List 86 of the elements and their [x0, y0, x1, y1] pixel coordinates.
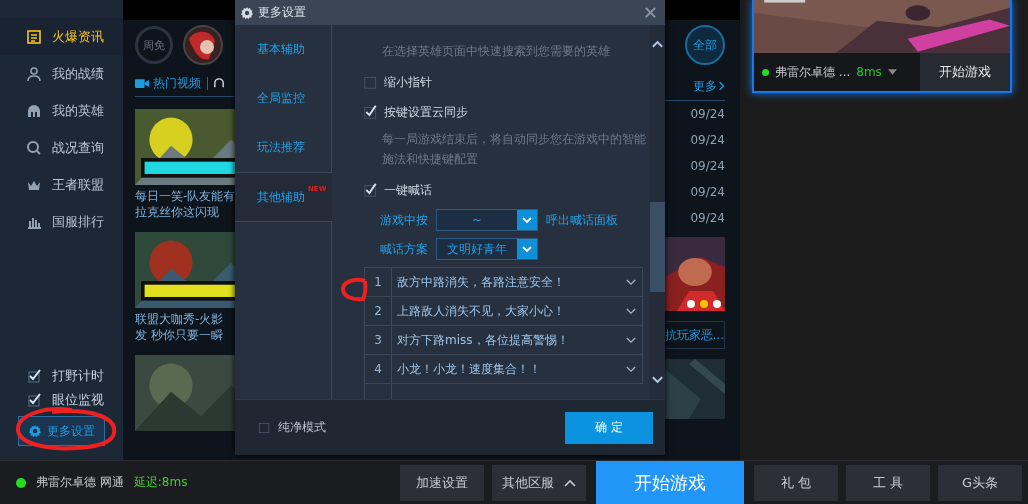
checkbox[interactable]: [28, 369, 42, 383]
status-dot: [762, 68, 769, 76]
carousel-dot[interactable]: [687, 300, 695, 308]
checkbox[interactable]: [364, 183, 378, 197]
settings-icon: [240, 5, 254, 20]
weekly-free-badge[interactable]: 周免: [135, 26, 173, 64]
settings-icon: [28, 424, 42, 438]
server-menu-button[interactable]: 其他区服: [492, 464, 586, 501]
video-camera-icon: [135, 77, 149, 89]
checkbox[interactable]: [364, 75, 378, 89]
nav-item[interactable]: 火爆资讯: [0, 18, 123, 55]
scrollbar[interactable]: [650, 25, 665, 399]
chevron-down-icon: [626, 307, 636, 315]
news-date: 09/24: [690, 210, 725, 227]
phrase-dropdown[interactable]: 上路敌人消失不见，大家小心！: [392, 297, 643, 325]
chevron-down-icon: [626, 278, 636, 286]
carousel-dot[interactable]: [713, 300, 721, 308]
nav-item[interactable]: 我的英雄: [0, 92, 123, 129]
carousel-dot[interactable]: [700, 300, 708, 308]
close-icon[interactable]: [644, 6, 657, 19]
hero-avatar[interactable]: [183, 25, 223, 65]
search-icon: [26, 139, 42, 156]
ping-value: 8ms: [856, 65, 882, 79]
helmet-icon: [26, 102, 42, 119]
field-hint: 呼出喊话面板: [546, 211, 618, 229]
dialog-title: 更多设置: [258, 4, 307, 21]
more-link[interactable]: 更多: [693, 77, 717, 95]
dropdown-icon[interactable]: [887, 69, 897, 75]
news-date: 09/24: [690, 132, 725, 149]
document-icon: [26, 28, 42, 45]
checkbox-label[interactable]: 缩小指针: [384, 73, 432, 91]
latency-value: 延迟:8ms: [133, 474, 188, 491]
status-dot: [16, 477, 26, 488]
toggle-option[interactable]: 眼位监视: [0, 388, 123, 412]
toolbar-button[interactable]: 工 具: [846, 464, 930, 501]
settings-tab[interactable]: 基本辅助: [235, 25, 332, 74]
nav-item[interactable]: 我的战绩: [0, 55, 123, 92]
settings-tab[interactable]: 全局监控: [235, 74, 332, 123]
checkbox[interactable]: [28, 393, 42, 407]
chevron-down-icon: [626, 365, 636, 373]
news-date: 09/24: [690, 158, 725, 175]
field-label: 游戏中按: [380, 211, 428, 229]
toolbar-button[interactable]: 加速设置: [400, 464, 484, 501]
checkbox[interactable]: [364, 105, 378, 119]
chevron-right-icon: [719, 81, 725, 91]
dropdown-field[interactable]: ~: [436, 209, 538, 231]
option-description: 每一局游戏结束后，将自动同步您在游戏中的智能施法和快捷键配置: [381, 131, 647, 168]
checkbox-label[interactable]: 按键设置云同步: [384, 103, 468, 121]
row-number: 2: [365, 297, 392, 325]
news-date: 09/24: [690, 184, 725, 201]
option-description: 在选择英雄页面中快速搜索到您需要的英雄: [381, 43, 611, 60]
start-game-button[interactable]: 开始游戏: [920, 53, 1010, 91]
more-settings-button[interactable]: 更多设置: [18, 416, 105, 446]
nav-item[interactable]: 王者联盟: [0, 166, 123, 203]
person-icon: [26, 65, 42, 82]
checkbox[interactable]: [258, 420, 272, 435]
dropdown-field[interactable]: 文明好青年: [436, 238, 538, 260]
phrase-dropdown[interactable]: 敌方中路消失，各路注意安全！: [392, 268, 643, 296]
headphones-icon[interactable]: [214, 78, 224, 88]
chevron-down-icon: [626, 336, 636, 344]
video-title[interactable]: 每日一笑-队友能有 拉克丝你这闪现: [135, 188, 235, 220]
toolbar-button[interactable]: 礼 包: [754, 464, 838, 501]
field-label: 喊话方案: [380, 240, 428, 258]
scroll-up-icon[interactable]: [651, 39, 664, 49]
phrase-dropdown[interactable]: 小龙！小龙！速度集合！！: [392, 355, 643, 383]
caret-up-icon: [564, 478, 576, 487]
all-heroes-button[interactable]: 全部: [685, 25, 725, 65]
toggle-option[interactable]: 打野计时: [0, 364, 123, 388]
settings-tab[interactable]: 其他辅助 $^{NEW}$: [235, 172, 332, 222]
toolbar-button[interactable]: G头条: [938, 464, 1022, 501]
server-name[interactable]: 弗雷尔卓德 网通: [36, 474, 124, 491]
scroll-thumb[interactable]: [650, 202, 665, 292]
chevron-down-icon: [517, 239, 537, 259]
news-date: 09/24: [690, 106, 725, 123]
nav-item[interactable]: 国服排行: [0, 203, 123, 240]
phrase-dropdown[interactable]: 对方下路miss，各位提高警惕！: [392, 326, 643, 354]
row-number: 3: [365, 326, 392, 354]
nav-item[interactable]: 战况查询: [0, 129, 123, 166]
server-name[interactable]: 弗雷尔卓德 ...: [775, 63, 851, 81]
scroll-down-icon[interactable]: [651, 375, 664, 385]
checkbox-label[interactable]: 纯净模式: [278, 419, 326, 436]
chevron-down-icon: [517, 210, 537, 230]
hot-videos-tab[interactable]: 热门视频: [135, 74, 201, 92]
video-title[interactable]: 联盟大咖秀-火影 发 秒你只要一瞬: [135, 311, 235, 343]
row-number: 4: [365, 355, 392, 383]
checkbox-label[interactable]: 一键喊话: [384, 181, 432, 199]
